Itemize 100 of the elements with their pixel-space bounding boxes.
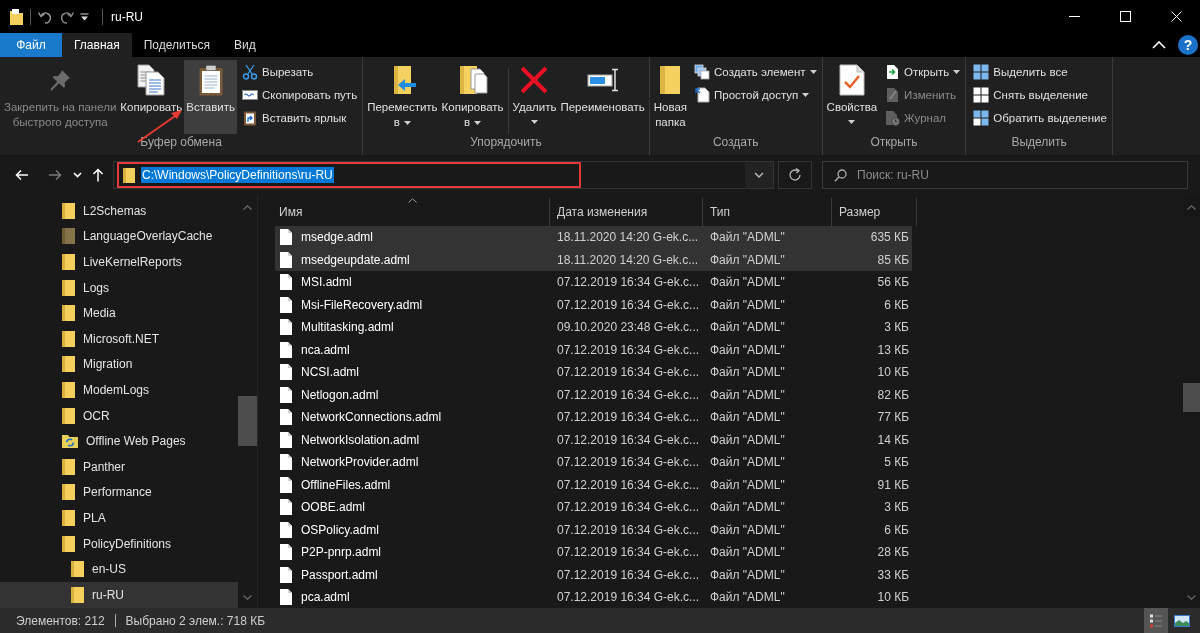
file-icon <box>280 341 292 358</box>
copy-to-button[interactable]: Копировать в <box>439 60 506 134</box>
redo-icon[interactable] <box>59 9 74 24</box>
stacked-squares-icon <box>694 63 711 80</box>
file-row[interactable]: msedge.adml 18.11.2020 14:20 G-ek.c... Файл "ADML" 635 КБ <box>275 226 912 249</box>
type-cell-text: Файл "ADML" <box>709 365 786 380</box>
file-row[interactable]: OfflineFiles.adml 07.12.2019 16:34 G-ek.c... Файл "ADML" 91 КБ <box>275 473 912 496</box>
group-label: Выделить <box>1010 135 1068 151</box>
file-row[interactable]: OSPolicy.adml 07.12.2019 16:34 G-ek.c... Файл "ADML" 6 КБ <box>275 518 912 541</box>
file-icon <box>280 589 292 606</box>
select-none-button[interactable]: Снять выделение <box>970 83 1110 106</box>
file-row[interactable]: OOBE.adml 07.12.2019 16:34 G-ek.c... Файл "ADML" 3 КБ <box>275 496 912 519</box>
file-row[interactable]: NCSI.adml 07.12.2019 16:34 G-ek.c... Файл "ADML" 10 КБ <box>275 361 912 384</box>
file-icon <box>280 454 292 471</box>
file-icon <box>280 409 292 426</box>
file-row[interactable]: MSI.adml 07.12.2019 16:34 G-ek.c... Файл "ADML" 56 КБ <box>275 271 912 294</box>
folder-icon <box>71 586 84 603</box>
copy-button[interactable]: Копировать <box>118 60 185 134</box>
tree-item[interactable]: Media <box>0 300 238 326</box>
window-title: ru-RU <box>111 9 143 24</box>
ribbon-tab[interactable]: Файл <box>0 33 62 57</box>
easy-access-button[interactable]: Простой доступ <box>691 83 820 106</box>
file-row[interactable]: NetworkProvider.adml 07.12.2019 16:34 G-ek.c... Файл "ADML" 5 КБ <box>275 451 912 474</box>
tree-item[interactable]: Microsoft.NET <box>0 325 238 352</box>
tree-item[interactable]: LanguageOverlayCache <box>0 223 238 250</box>
ribbon-tab[interactable]: Главная <box>62 33 132 57</box>
file-name: NetworkIsolation.adml <box>301 432 420 447</box>
select-all-button[interactable]: Выделить все <box>970 60 1110 83</box>
chevron-down-icon[interactable] <box>754 172 764 178</box>
empty-grid-icon <box>973 86 990 103</box>
rename-button[interactable]: Переименовать <box>558 60 647 134</box>
caret-icon <box>802 92 810 97</box>
tree-item[interactable]: OCR <box>0 402 238 429</box>
pin-icon <box>49 69 72 91</box>
file-row[interactable]: Msi-FileRecovery.adml 07.12.2019 16:34 G-ek.c... Файл "ADML" 6 КБ <box>275 293 912 316</box>
date-cell-text: 09.10.2020 23:48 G-ek.c... <box>556 320 701 335</box>
type-cell-text: Файл "ADML" <box>709 590 786 605</box>
type-cell-text: Файл "ADML" <box>709 342 786 357</box>
folder-icon <box>62 535 75 552</box>
group-label: Буфер обмена <box>139 135 223 151</box>
scrollbar-thumb[interactable] <box>1183 383 1200 412</box>
refresh-button[interactable] <box>778 161 812 189</box>
file-row[interactable]: pca.adml 07.12.2019 16:34 G-ek.c... Файл "ADML" 10 КБ <box>275 586 912 609</box>
copy-path-button[interactable]: Скопировать путь <box>239 83 361 106</box>
folder-icon <box>62 509 75 526</box>
size-cell-text: 5 КБ <box>883 455 910 470</box>
cut-button[interactable]: Вырезать <box>239 60 361 83</box>
delete-button[interactable]: Удалить <box>510 60 559 134</box>
paste-shortcut-button[interactable]: Вставить ярлык <box>239 106 361 129</box>
customize-caret-icon[interactable] <box>80 12 89 21</box>
date-cell-text: 07.12.2019 16:34 G-ek.c... <box>556 275 701 290</box>
date-cell-text: 07.12.2019 16:34 G-ek.c... <box>556 455 701 470</box>
tree-item[interactable]: ModemLogs <box>0 377 238 403</box>
file-row[interactable]: P2P-pnrp.adml 07.12.2019 16:34 G-ek.c... Файл "ADML" 28 КБ <box>275 541 912 564</box>
type-cell-text: Файл "ADML" <box>709 455 786 470</box>
x-mark-icon <box>520 66 549 94</box>
file-row[interactable]: msedgeupdate.adml 18.11.2020 14:20 G-ek.c... Файл "ADML" 85 КБ <box>275 248 912 271</box>
file-row[interactable]: NetworkIsolation.adml 07.12.2019 16:34 G-ek.c... Файл "ADML" 14 КБ <box>275 428 912 451</box>
file-row[interactable]: NetworkConnections.adml 07.12.2019 16:34 G-ek.c... Файл "ADML" 77 КБ <box>275 406 912 429</box>
tree-item[interactable]: L2Schemas <box>0 198 238 224</box>
file-icon <box>280 319 292 336</box>
invert-selection-button[interactable]: Обратить выделение <box>970 106 1110 129</box>
tree-item[interactable]: LiveKernelReports <box>0 249 238 275</box>
caret-icon <box>953 69 961 74</box>
size-cell-text: 635 КБ <box>869 230 910 245</box>
back-icon[interactable] <box>15 169 29 181</box>
tree-item[interactable]: Logs <box>0 274 238 301</box>
tree-item[interactable]: Offline Web Pages <box>0 428 238 454</box>
folder-icon <box>62 254 75 270</box>
scrollbar-thumb[interactable] <box>238 396 257 446</box>
up-arrow-icon[interactable] <box>92 168 104 182</box>
address-field[interactable]: C:\Windows\PolicyDefinitions\ru-RU <box>113 161 774 189</box>
close-icon[interactable] <box>1171 11 1182 22</box>
folder-icon <box>62 228 75 245</box>
tree-item[interactable]: ru-RU <box>0 581 238 608</box>
properties-button[interactable]: Свойства <box>824 60 880 134</box>
tree-item[interactable]: Migration <box>0 351 238 378</box>
new-item-button[interactable]: Создать элемент <box>691 60 820 83</box>
undo-icon[interactable] <box>38 9 53 24</box>
file-icon <box>280 274 292 291</box>
open-button[interactable]: Открыть <box>881 60 964 83</box>
file-icon <box>280 251 292 268</box>
file-row[interactable]: Netlogon.adml 07.12.2019 16:34 G-ek.c... Файл "ADML" 82 КБ <box>275 383 912 406</box>
paste-button[interactable]: Вставить <box>184 60 237 134</box>
tree-item[interactable]: Performance <box>0 479 238 506</box>
tree-item[interactable]: Panther <box>0 453 238 480</box>
move-to-button[interactable]: Переместить в <box>365 60 440 134</box>
tree-item[interactable]: PLA <box>0 505 238 531</box>
maximize-icon[interactable] <box>1120 11 1131 22</box>
search-field[interactable]: Поиск: ru-RU <box>822 161 1188 189</box>
help-button[interactable]: ? <box>1178 35 1198 55</box>
file-row[interactable]: Multitasking.adml 09.10.2020 23:48 G-ek.c... Файл "ADML" 3 КБ <box>275 316 912 339</box>
size-cell-text: 28 КБ <box>876 545 910 560</box>
new-folder-button[interactable]: Новая папка <box>651 60 690 134</box>
date-cell-text: 07.12.2019 16:34 G-ek.c... <box>556 365 701 380</box>
file-row[interactable]: Passport.adml 07.12.2019 16:34 G-ek.c... Файл "ADML" 33 КБ <box>275 563 912 586</box>
checker-grid-icon <box>973 109 990 126</box>
file-row[interactable]: nca.adml 07.12.2019 16:34 G-ek.c... Файл "ADML" 13 КБ <box>275 338 912 361</box>
tree-item[interactable]: en-US <box>0 556 238 582</box>
tree-item[interactable]: PolicyDefinitions <box>0 530 238 557</box>
